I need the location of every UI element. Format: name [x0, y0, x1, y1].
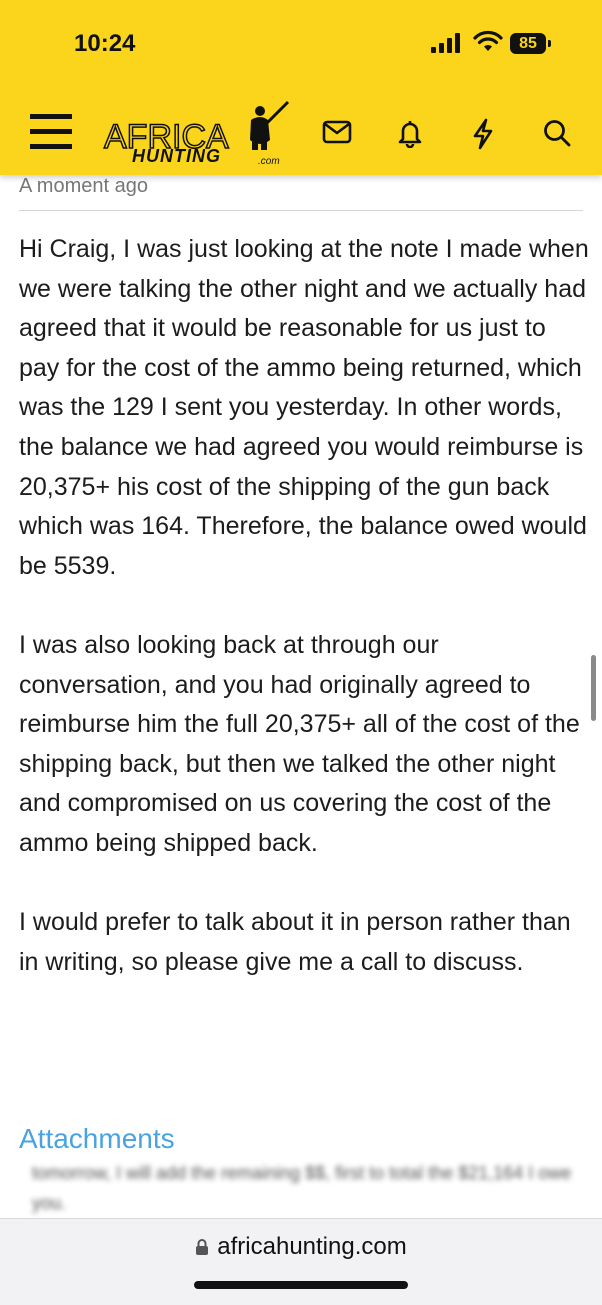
logo-hunting-text: HUNTING [132, 146, 221, 166]
attachment-preview[interactable]: tomorrow, I will add the remaining $$, f… [32, 1158, 572, 1218]
post-paragraph: Hi Craig, I was just looking at the note… [19, 235, 589, 580]
site-logo[interactable]: AFRICA HUNTING .com [103, 100, 290, 170]
home-indicator[interactable] [194, 1281, 408, 1289]
status-time: 10:24 [74, 30, 136, 57]
url-text: africahunting.com [217, 1233, 407, 1260]
logo-domain-suffix: .com [258, 156, 280, 167]
divider [19, 210, 583, 211]
battery-icon: 85 [510, 33, 546, 54]
scrollbar-thumb[interactable] [591, 655, 596, 721]
lightning-icon[interactable] [470, 118, 496, 150]
url-field[interactable]: africahunting.com [0, 1233, 602, 1261]
hamburger-menu-icon[interactable] [30, 114, 72, 150]
post-paragraph: I was also looking back at through our c… [19, 630, 580, 857]
hunter-silhouette-icon [250, 100, 290, 150]
cellular-signal-icon [431, 33, 460, 53]
post-paragraph: I would prefer to talk about it in perso… [19, 908, 571, 976]
post-timestamp: A moment ago [19, 175, 148, 197]
battery-level: 85 [519, 35, 537, 52]
attachments-heading[interactable]: Attachments [19, 1123, 175, 1155]
wifi-icon [473, 30, 503, 51]
bell-icon[interactable] [396, 118, 424, 148]
post-body: Hi Craig, I was just looking at the note… [19, 230, 589, 1022]
battery-tip [548, 40, 551, 47]
browser-address-bar: africahunting.com [0, 1218, 602, 1305]
lock-icon [196, 1239, 209, 1255]
envelope-icon[interactable] [322, 118, 352, 146]
site-header: 10:24 85 AFRICA HUNTING .com [0, 0, 602, 175]
search-icon[interactable] [542, 118, 572, 148]
